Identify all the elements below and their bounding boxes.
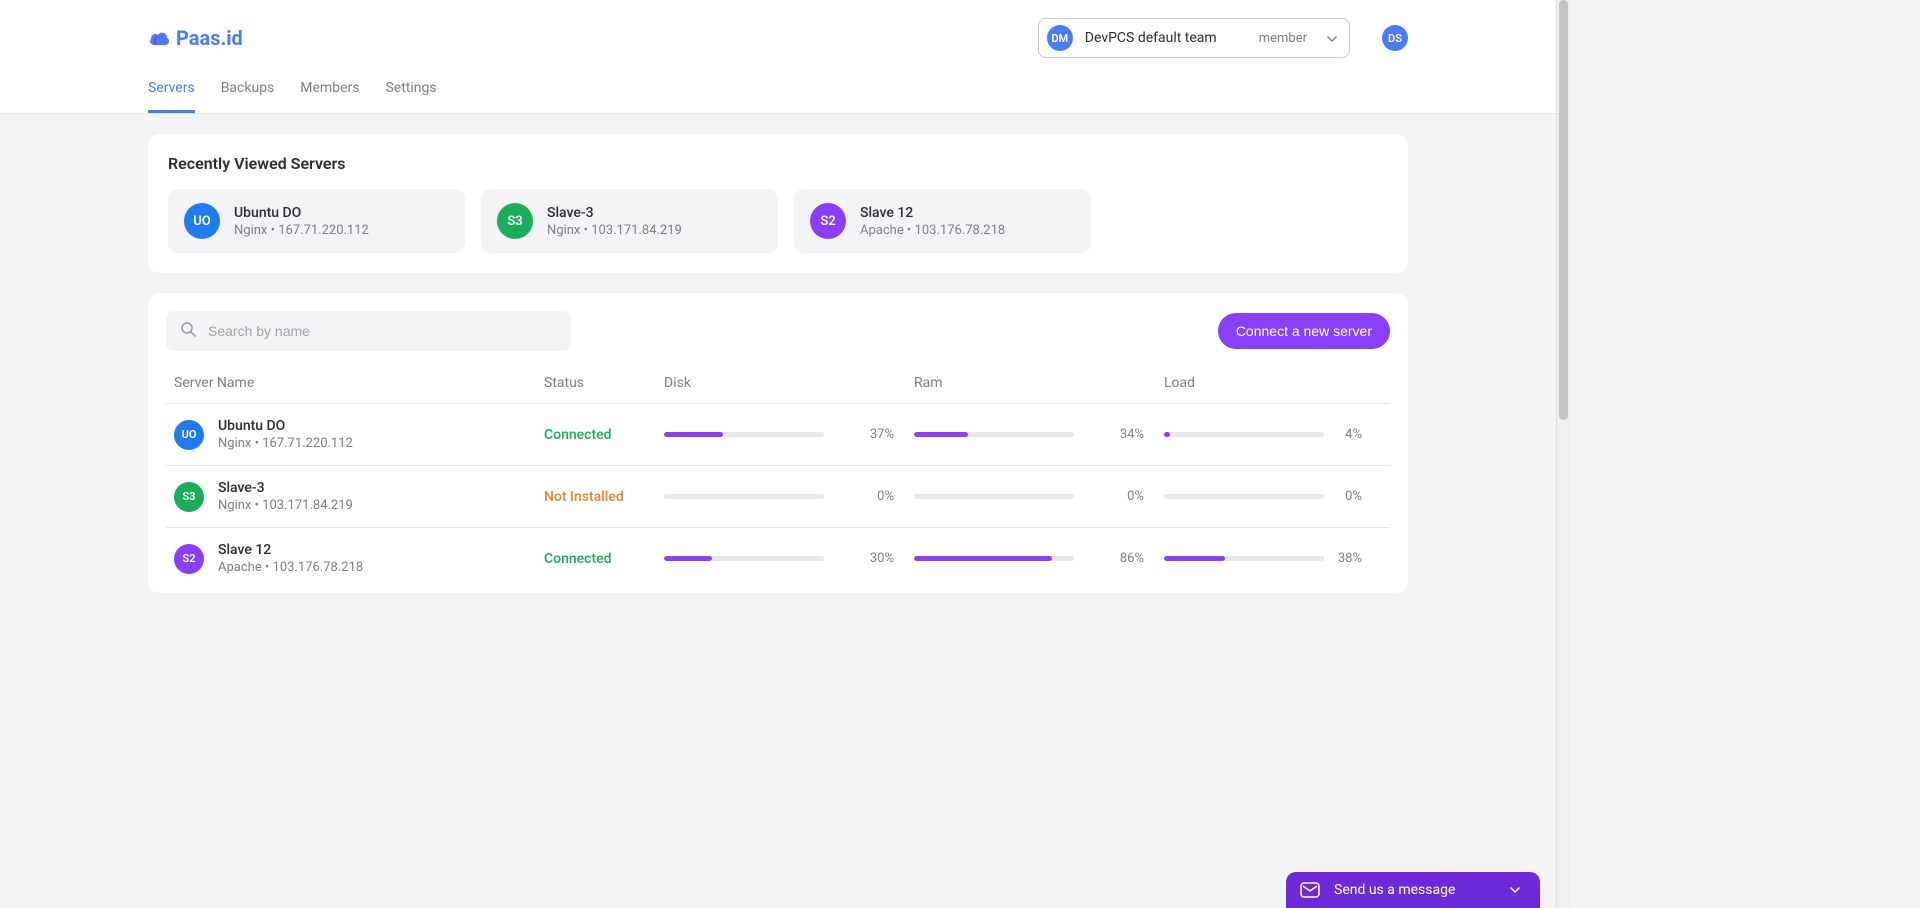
- server-name: Ubuntu DO: [218, 418, 353, 434]
- meter: 30%: [664, 551, 914, 566]
- meter: 0%: [1164, 489, 1382, 504]
- recent-title: Recently Viewed Servers: [168, 154, 1388, 173]
- meter-fill: [664, 432, 723, 437]
- tab-servers[interactable]: Servers: [148, 80, 195, 113]
- server-badge: S3: [174, 482, 204, 512]
- scrollbar-thumb[interactable]: [1559, 0, 1568, 420]
- brand-logo[interactable]: Paas.id: [148, 26, 243, 50]
- chevron-down-icon: [1327, 30, 1337, 46]
- col-status: Status: [544, 375, 664, 391]
- table-header: Server Name Status Disk Ram Load: [166, 359, 1390, 403]
- meter-label: 30%: [836, 551, 894, 566]
- team-role: member: [1259, 31, 1307, 46]
- col-disk: Disk: [664, 375, 914, 391]
- server-badge: S3: [497, 203, 533, 239]
- table-row[interactable]: S2 Slave 12 Apache • 103.176.78.218 Connect…: [166, 527, 1390, 589]
- meter-track: [1164, 432, 1324, 437]
- meter-fill: [664, 556, 712, 561]
- server-subtitle: Apache • 103.176.78.218: [860, 223, 1005, 238]
- recent-server-card[interactable]: UO Ubuntu DO Nginx • 167.71.220.112: [168, 189, 465, 253]
- scrollbar[interactable]: [1556, 0, 1570, 908]
- chat-widget[interactable]: Send us a message: [1286, 872, 1540, 908]
- recent-server-card[interactable]: S3 Slave-3 Nginx • 103.171.84.219: [481, 189, 778, 253]
- meter-label: 0%: [1336, 489, 1362, 504]
- meter-label: 38%: [1336, 551, 1362, 566]
- meter-track: [664, 494, 824, 499]
- meter-fill: [1164, 556, 1225, 561]
- meter-fill: [1164, 432, 1170, 437]
- recent-server-card[interactable]: S2 Slave 12 Apache • 103.176.78.218: [794, 189, 1091, 253]
- connect-server-button[interactable]: Connect a new server: [1218, 313, 1390, 349]
- servers-card: Connect a new server Server Name Status …: [148, 293, 1408, 593]
- search-icon: [180, 321, 196, 341]
- server-name: Slave 12: [218, 542, 363, 558]
- meter-track: [914, 556, 1074, 561]
- chat-label: Send us a message: [1334, 882, 1455, 898]
- server-subtitle: Nginx • 103.171.84.219: [218, 498, 353, 513]
- meter-label: 86%: [1086, 551, 1144, 566]
- meter: 38%: [1164, 551, 1382, 566]
- meter-label: 0%: [836, 489, 894, 504]
- server-name: Slave-3: [218, 480, 353, 496]
- team-selector[interactable]: DM DevPCS default team member: [1038, 18, 1350, 58]
- meter-fill: [914, 556, 1052, 561]
- meter-track: [914, 432, 1074, 437]
- col-server-name: Server Name: [174, 375, 544, 391]
- brand-name: Paas.id: [176, 26, 243, 50]
- meter-fill: [914, 432, 968, 437]
- col-ram: Ram: [914, 375, 1164, 391]
- team-name: DevPCS default team: [1085, 30, 1217, 46]
- tab-backups[interactable]: Backups: [221, 80, 275, 113]
- table-row[interactable]: UO Ubuntu DO Nginx • 167.71.220.112 Connect…: [166, 403, 1390, 465]
- meter: 0%: [914, 489, 1164, 504]
- meter-track: [664, 432, 824, 437]
- meter: 4%: [1164, 427, 1382, 442]
- server-status: Connected: [544, 551, 664, 567]
- search-input-wrapper[interactable]: [166, 311, 571, 351]
- tab-members[interactable]: Members: [300, 80, 359, 113]
- server-subtitle: Apache • 103.176.78.218: [218, 560, 363, 575]
- server-name: Slave 12: [860, 205, 1005, 221]
- meter-track: [1164, 556, 1324, 561]
- meter-label: 4%: [1336, 427, 1362, 442]
- meter-label: 34%: [1086, 427, 1144, 442]
- server-name: Slave-3: [547, 205, 682, 221]
- meter-track: [914, 494, 1074, 499]
- meter: 34%: [914, 427, 1164, 442]
- meter-track: [664, 556, 824, 561]
- meter: 0%: [664, 489, 914, 504]
- search-input[interactable]: [206, 322, 557, 340]
- tab-settings[interactable]: Settings: [385, 80, 436, 113]
- server-badge: UO: [174, 420, 204, 450]
- meter-track: [1164, 494, 1324, 499]
- chevron-down-icon: [1510, 887, 1520, 893]
- meter-label: 37%: [836, 427, 894, 442]
- server-subtitle: Nginx • 167.71.220.112: [234, 223, 369, 238]
- meter: 86%: [914, 551, 1164, 566]
- server-subtitle: Nginx • 103.171.84.219: [547, 223, 682, 238]
- cloud-icon: [148, 29, 170, 47]
- server-status: Not Installed: [544, 489, 664, 505]
- server-badge: S2: [810, 203, 846, 239]
- recent-servers-card: Recently Viewed Servers UO Ubuntu DO Nginx…: [148, 134, 1408, 273]
- meter-label: 0%: [1086, 489, 1144, 504]
- meter: 37%: [664, 427, 914, 442]
- col-load: Load: [1164, 375, 1382, 391]
- server-name: Ubuntu DO: [234, 205, 369, 221]
- table-row[interactable]: S3 Slave-3 Nginx • 103.171.84.219 Not Insta…: [166, 465, 1390, 527]
- team-avatar: DM: [1047, 25, 1073, 51]
- server-badge: UO: [184, 203, 220, 239]
- server-subtitle: Nginx • 167.71.220.112: [218, 436, 353, 451]
- user-avatar[interactable]: DS: [1382, 25, 1408, 51]
- server-status: Connected: [544, 427, 664, 443]
- mail-icon: [1300, 882, 1320, 898]
- server-badge: S2: [174, 544, 204, 574]
